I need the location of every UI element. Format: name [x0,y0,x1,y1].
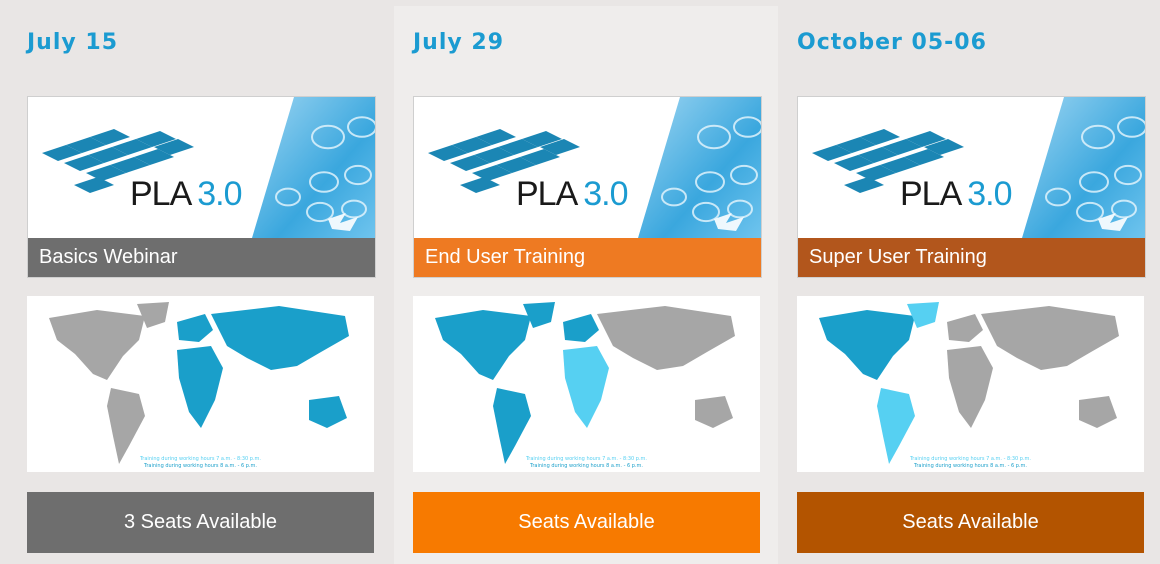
continent-europe [947,314,983,342]
map-legend-line-2: Training during working hours 8 a.m. - 6… [914,463,1027,469]
course-name: End User Training [414,238,761,277]
continent-africa [177,346,223,428]
world-map: Training during working hours 7 a.m. - 8… [797,296,1144,472]
continent-australia [695,396,733,428]
seats-available-button[interactable]: 3 Seats Available [27,492,374,553]
world-map-graphic [49,302,349,464]
course-name: Basics Webinar [28,238,375,277]
seats-available-button[interactable]: Seats Available [413,492,760,553]
continent-south-america [493,388,531,464]
map-legend-line-1: Training during working hours 7 a.m. - 8… [139,456,261,462]
course-banner[interactable]: PLA 3.0 End User Training [413,96,762,278]
course-banner[interactable]: PLA 3.0 Super User Training [797,96,1146,278]
world-map: Training during working hours 7 a.m. - 8… [413,296,760,472]
world-map: Training during working hours 7 a.m. - 8… [27,296,374,472]
date-heading: July 15 [27,30,119,55]
continent-africa [947,346,993,428]
world-map-graphic [819,302,1119,464]
training-card-1: July 15 PLA 3.0 Basics Webinar Training d… [8,6,394,564]
course-banner[interactable]: PLA 3.0 Basics Webinar [27,96,376,278]
product-title: PLA 3.0 [900,175,1013,213]
continent-south-america [107,388,145,464]
map-legend-line-2: Training during working hours 8 a.m. - 6… [144,463,257,469]
product-title: PLA 3.0 [130,175,243,213]
training-card-2: July 29 PLA 3.0 End User Training Trainin… [394,6,778,564]
continent-asia [981,306,1119,370]
continent-africa [563,346,609,428]
continent-europe [563,314,599,342]
logo-tile [844,177,884,193]
world-map-graphic [435,302,735,464]
continent-north-america [819,310,915,380]
continent-north-america [49,310,145,380]
product-title: PLA 3.0 [516,175,629,213]
date-heading: July 29 [413,30,505,55]
continent-north-america [435,310,531,380]
continent-europe [177,314,213,342]
logo-tile [74,177,114,193]
course-name: Super User Training [798,238,1145,277]
continent-south-america [877,388,915,464]
map-legend-line-2: Training during working hours 8 a.m. - 6… [530,463,643,469]
map-legend-line-1: Training during working hours 7 a.m. - 8… [525,456,647,462]
training-card-3: October 05-06 PLA 3.0 Super User Training… [778,6,1160,564]
continent-asia [597,306,735,370]
continent-australia [1079,396,1117,428]
map-legend-line-1: Training during working hours 7 a.m. - 8… [909,456,1031,462]
continent-asia [211,306,349,370]
seats-available-button[interactable]: Seats Available [797,492,1144,553]
date-heading: October 05-06 [797,30,987,55]
logo-tile [460,177,500,193]
continent-australia [309,396,347,428]
